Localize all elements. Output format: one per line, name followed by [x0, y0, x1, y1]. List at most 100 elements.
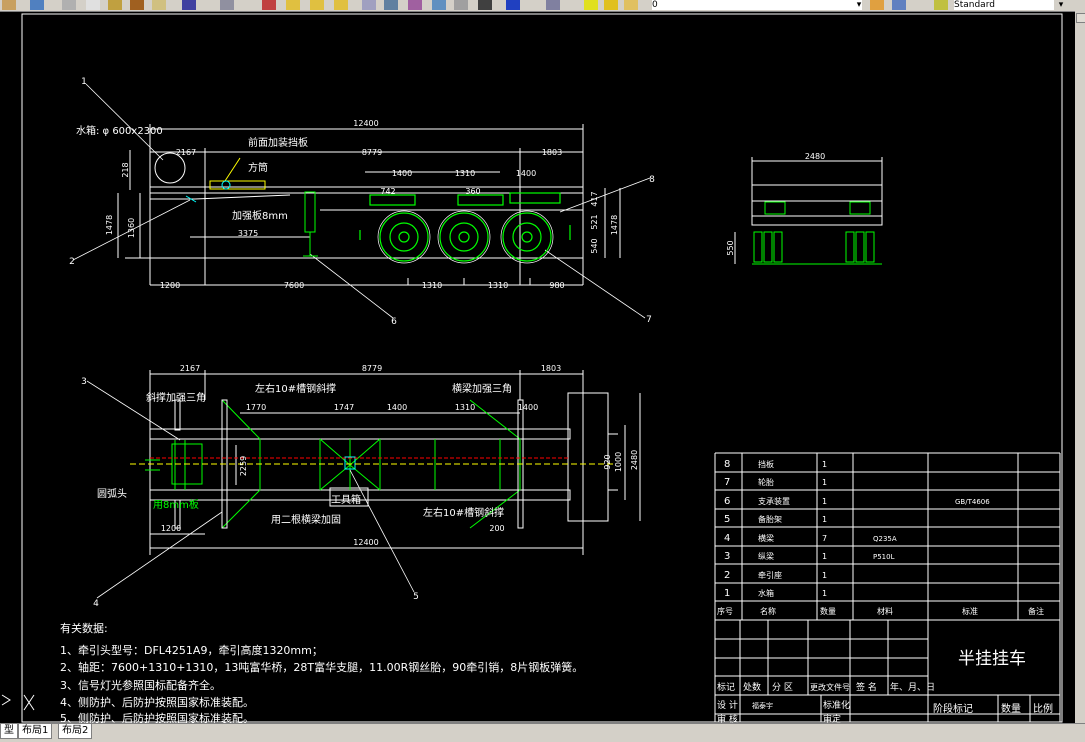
dim-rear: 1803 [542, 148, 562, 157]
text-style-icon[interactable] [934, 0, 948, 10]
bom-table: 8 挡板 1 7 轮胎 1 6 支承装置 1 GB/T4606 5 备胎架 1 … [714, 452, 1061, 725]
layer-on-icon[interactable] [584, 0, 598, 10]
dim-b1200: 1200 [160, 281, 180, 290]
redo-icon[interactable] [220, 0, 234, 10]
bom-header-qty: 数量 [820, 606, 836, 616]
copy-icon[interactable] [86, 0, 100, 10]
dim-sub1: 742 [380, 187, 395, 196]
paste-icon[interactable] [108, 0, 122, 10]
tb-standardize: 标准化 [823, 699, 850, 711]
bom-header-std: 标准 [962, 606, 978, 616]
end-view: 2480 550 [726, 152, 883, 265]
plan-dim-1747: 1747 [334, 403, 354, 412]
layer-freeze-icon[interactable] [604, 0, 618, 10]
tb-label-date: 年、月、日 [890, 681, 935, 693]
make-object-layer-icon[interactable] [870, 0, 884, 10]
plan-label-twin-beam: 用二根横梁加固 [271, 513, 341, 526]
design-center-icon[interactable] [384, 0, 398, 10]
chevron-down-icon[interactable]: ▾ [854, 0, 864, 10]
plan-label-toolbox: 工具箱 [331, 493, 361, 506]
zoom-realtime-icon[interactable] [286, 0, 300, 10]
bom-name-1: 水箱 [758, 588, 774, 598]
tb-design-label: 设 计 [717, 699, 738, 711]
bom-name-7: 轮胎 [758, 477, 774, 487]
callout-1: 1 [81, 77, 87, 87]
layout-tabs-bar: 型 布局1 布局2 [0, 723, 1085, 742]
tab-model[interactable]: 型 [0, 724, 18, 739]
bom-qty-2: 1 [822, 571, 827, 580]
plan-dim-1000: 1000 [614, 452, 623, 472]
plan-label-triangle2: 横梁加强三角 [452, 382, 512, 395]
tb-review-label: 审 核 [717, 713, 738, 723]
bom-no-1: 1 [724, 588, 730, 599]
callout-8: 8 [649, 175, 655, 185]
tb-reviewed-label: 审定 [823, 713, 841, 723]
plan-label-triangle1: 斜撑加强三角 [146, 391, 206, 404]
callout-2: 2 [69, 257, 75, 267]
tb-label-mark: 标记 [717, 681, 735, 693]
bom-mat-4: Q235A [873, 535, 897, 543]
bom-no-3: 3 [724, 551, 730, 562]
vertical-scrollbar[interactable] [1075, 11, 1085, 723]
text-style-chevron-icon[interactable]: ▾ [1056, 0, 1066, 10]
label-water-tank: 水箱: φ 600x2300 [76, 124, 163, 137]
sheet-set-icon[interactable] [432, 0, 446, 10]
pan-icon[interactable] [262, 0, 276, 10]
dim-540: 540 [590, 238, 599, 253]
bom-std-6: GB/T4606 [955, 498, 990, 506]
bom-name-6: 支承装置 [758, 496, 790, 506]
plan-dim-front: 2167 [180, 364, 200, 373]
tb-ratio-label: 比例 [1033, 702, 1053, 715]
drawing-svg: 12400 2167 8779 1803 1400 1310 1400 742 … [1, 13, 1063, 725]
layer-lock-icon[interactable] [624, 0, 638, 10]
dim-total: 12400 [353, 119, 378, 128]
plan-dim-b200: 200 [489, 524, 504, 533]
dim-b7600: 7600 [284, 281, 304, 290]
tab-layout2[interactable]: 布局2 [58, 724, 93, 739]
scroll-up-icon[interactable] [1076, 13, 1085, 23]
publish-icon[interactable] [30, 0, 44, 10]
note-3: 3、信号灯光参照国标配备齐全。 [60, 678, 221, 692]
tab-layout1[interactable]: 布局1 [18, 724, 53, 739]
zoom-previous-icon[interactable] [334, 0, 348, 10]
match-properties-icon[interactable] [130, 0, 144, 10]
properties-icon[interactable] [362, 0, 376, 10]
drawing-title: 半挂挂车 [958, 649, 1026, 669]
plan-dim-b12400: 12400 [353, 538, 378, 547]
block-editor-icon[interactable] [152, 0, 166, 10]
callout-6: 6 [391, 317, 397, 327]
notes-heading: 有关数据: [60, 621, 108, 635]
cut-icon[interactable] [62, 0, 76, 10]
bom-name-8: 挡板 [758, 459, 774, 469]
plan-dim-b1200: 1200 [161, 524, 181, 533]
plan-view: 2167 8779 1803 1770 1747 1400 1310 1400 … [81, 364, 641, 609]
help-icon[interactable] [506, 0, 520, 10]
tool-palettes-icon[interactable] [408, 0, 422, 10]
tb-stage-label: 阶段标记 [933, 702, 973, 715]
bom-header-note: 备注 [1028, 606, 1044, 616]
layer-manager-icon[interactable] [546, 0, 560, 10]
markup-icon[interactable] [454, 0, 468, 10]
bom-no-8: 8 [724, 459, 730, 470]
drawing-canvas[interactable]: 12400 2167 8779 1803 1400 1310 1400 742 … [0, 11, 1085, 725]
tb-label-zone: 分 区 [772, 682, 793, 693]
end-width-dim: 2480 [805, 152, 825, 161]
zoom-window-icon[interactable] [310, 0, 324, 10]
tb-design-name: 福泰宇 [752, 701, 773, 710]
bom-no-5: 5 [724, 514, 730, 525]
plan-dim-1400b: 1400 [518, 403, 538, 412]
bom-name-5: 备胎架 [758, 514, 782, 524]
dim-521: 521 [590, 214, 599, 229]
layer-dropdown[interactable]: 0 [652, 0, 862, 10]
plan-dim-920: 920 [603, 454, 612, 469]
bom-name-3: 纵梁 [758, 552, 774, 561]
dim-b980: 980 [549, 281, 564, 290]
undo-icon[interactable] [182, 0, 196, 10]
dim-a1: 1400 [392, 169, 412, 178]
text-style-dropdown[interactable]: Standard [954, 0, 1054, 10]
calculator-icon[interactable] [478, 0, 492, 10]
plan-dim-mid: 8779 [362, 364, 382, 373]
layer-previous-icon[interactable] [892, 0, 906, 10]
open-icon[interactable] [2, 0, 16, 10]
plan-label-traction: 圆弧头 [97, 487, 127, 500]
